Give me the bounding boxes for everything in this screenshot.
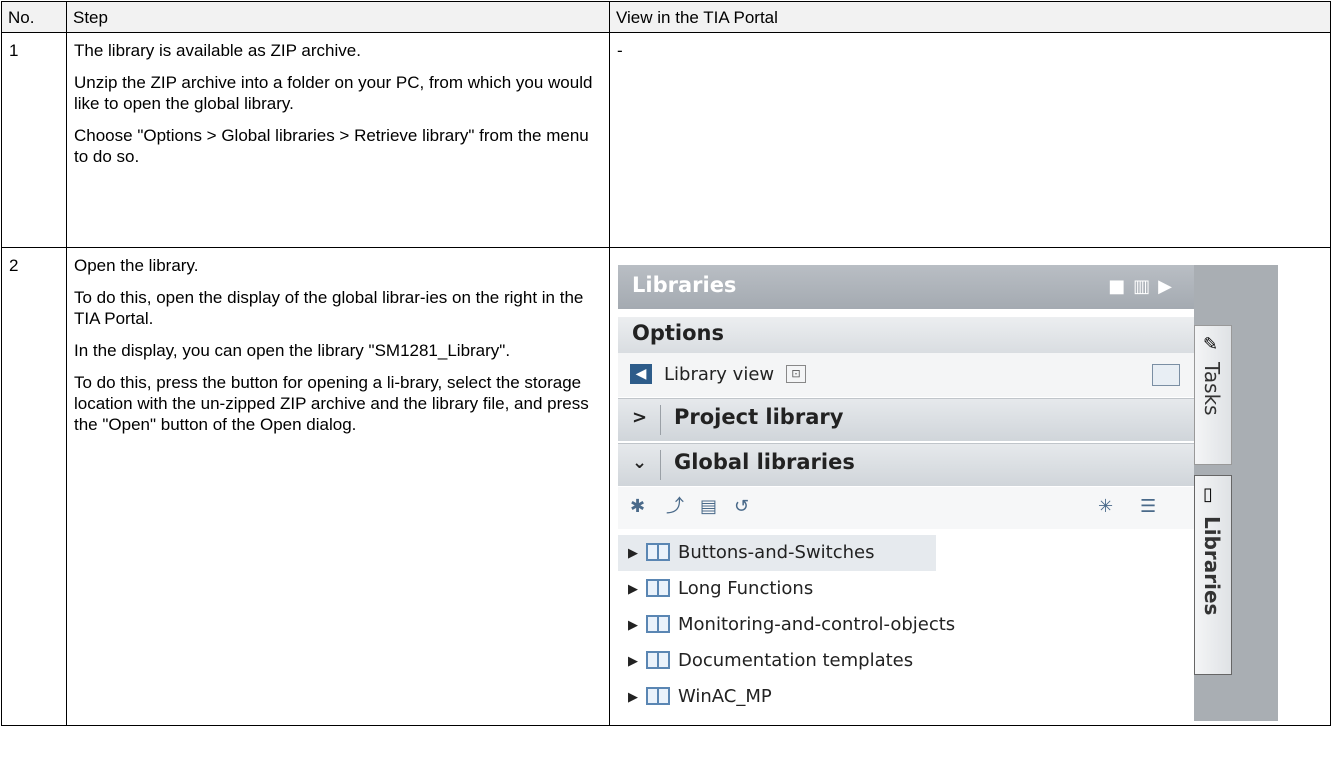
row-view: -: [609, 32, 1331, 248]
panel-layout-icon[interactable]: [1152, 364, 1180, 386]
library-view-extra-icon[interactable]: ⊡: [786, 365, 806, 383]
expand-arrow-icon[interactable]: ▶: [628, 579, 638, 600]
options-label: Options: [632, 321, 724, 345]
library-name: Monitoring-and-control-objects: [678, 614, 956, 635]
open-library-icon[interactable]: ⤴: [666, 496, 684, 517]
task-card-sidebar: ✎ Tasks ▯ Libraries: [1194, 265, 1278, 721]
window-controls-icon[interactable]: ■▥▶: [1108, 276, 1180, 297]
library-name: WinAC_MP: [678, 686, 772, 707]
table-header-row: No. Step View in the TIA Portal: [1, 1, 1331, 33]
book-icon: [646, 579, 670, 597]
library-view-row: ◀ Library view ⊡: [618, 353, 1194, 397]
new-library-icon[interactable]: ✱: [630, 496, 645, 517]
project-library-section[interactable]: > Project library: [618, 398, 1194, 441]
step-text: The library is available as ZIP archive.: [74, 41, 361, 60]
row-number: 2: [1, 247, 67, 726]
library-name: Documentation templates: [678, 650, 914, 671]
row-step: The library is available as ZIP archive.…: [66, 32, 610, 248]
list-view-icon[interactable]: ☰: [1140, 496, 1156, 517]
library-tree-item[interactable]: ▶ WinAC_MP: [618, 679, 1194, 715]
book-icon: [646, 615, 670, 633]
step-text: To do this, press the button for opening…: [74, 373, 589, 434]
tab-libraries-label: Libraries: [1200, 516, 1224, 616]
new-folder-icon[interactable]: ✳: [1098, 496, 1113, 517]
global-libraries-label: Global libraries: [674, 450, 855, 474]
library-tree-item[interactable]: ▶ Monitoring-and-control-objects: [618, 607, 1194, 643]
library-tree-item[interactable]: ▶ Buttons-and-Switches: [618, 535, 936, 571]
global-libraries-section[interactable]: ⌄ Global libraries: [618, 443, 1194, 486]
library-toolbar: ✱ ⤴ ▤ ↺ ✳ ☰: [618, 487, 1194, 529]
row-view: Libraries ■▥▶ Options ◀ Library view ⊡ >: [609, 247, 1331, 726]
header-view: View in the TIA Portal: [609, 1, 1331, 33]
libraries-title: Libraries: [632, 273, 737, 297]
tab-tasks-label: Tasks: [1200, 362, 1224, 416]
table-row: 2 Open the library. To do this, open the…: [1, 247, 1331, 726]
library-name: Buttons-and-Switches: [678, 542, 875, 563]
library-tree-item[interactable]: ▶ Long Functions: [618, 571, 1194, 607]
step-text: In the display, you can open the library…: [74, 341, 511, 360]
book-icon: [646, 687, 670, 705]
row-number: 1: [1, 32, 67, 248]
expand-arrow-icon[interactable]: ▶: [628, 687, 638, 708]
chevron-right-icon: >: [632, 407, 648, 428]
header-no: No.: [1, 1, 67, 33]
library-name: Long Functions: [678, 578, 814, 599]
options-section[interactable]: Options: [618, 317, 1194, 353]
project-library-label: Project library: [674, 405, 844, 429]
tasks-icon: ✎: [1203, 334, 1219, 355]
book-icon: ▯: [1203, 484, 1213, 505]
libraries-titlebar: Libraries ■▥▶: [618, 265, 1194, 309]
tab-tasks[interactable]: ✎ Tasks: [1194, 325, 1232, 465]
libraries-pane: Libraries ■▥▶ Options ◀ Library view ⊡ >: [618, 265, 1194, 721]
expand-arrow-icon[interactable]: ▶: [628, 615, 638, 636]
save-library-icon[interactable]: ▤: [700, 496, 717, 517]
row-step: Open the library. To do this, open the d…: [66, 247, 610, 726]
tab-libraries[interactable]: ▯ Libraries: [1194, 475, 1232, 675]
expand-arrow-icon[interactable]: ▶: [628, 543, 638, 564]
library-view-icon[interactable]: ◀: [630, 364, 652, 384]
tia-libraries-screenshot: Libraries ■▥▶ Options ◀ Library view ⊡ >: [618, 265, 1278, 721]
book-icon: [646, 543, 670, 561]
chevron-down-icon: ⌄: [632, 452, 648, 473]
table-row: 1 The library is available as ZIP archiv…: [1, 32, 1331, 248]
expand-arrow-icon[interactable]: ▶: [628, 651, 638, 672]
steps-table: No. Step View in the TIA Portal 1 The li…: [1, 1, 1331, 726]
step-text: Choose "Options > Global libraries > Ret…: [74, 126, 589, 166]
step-text: Open the library.: [74, 256, 199, 275]
book-icon: [646, 651, 670, 669]
step-text: To do this, open the display of the glob…: [74, 288, 584, 328]
close-library-icon[interactable]: ↺: [734, 496, 749, 517]
header-step: Step: [66, 1, 610, 33]
library-view-label[interactable]: Library view: [664, 364, 774, 385]
global-library-tree: ▶ Buttons-and-Switches ▶ Long Functions ▶ Mon…: [618, 535, 1194, 715]
step-text: Unzip the ZIP archive into a folder on y…: [74, 73, 593, 113]
library-tree-item[interactable]: ▶ Documentation templates: [618, 643, 1194, 679]
